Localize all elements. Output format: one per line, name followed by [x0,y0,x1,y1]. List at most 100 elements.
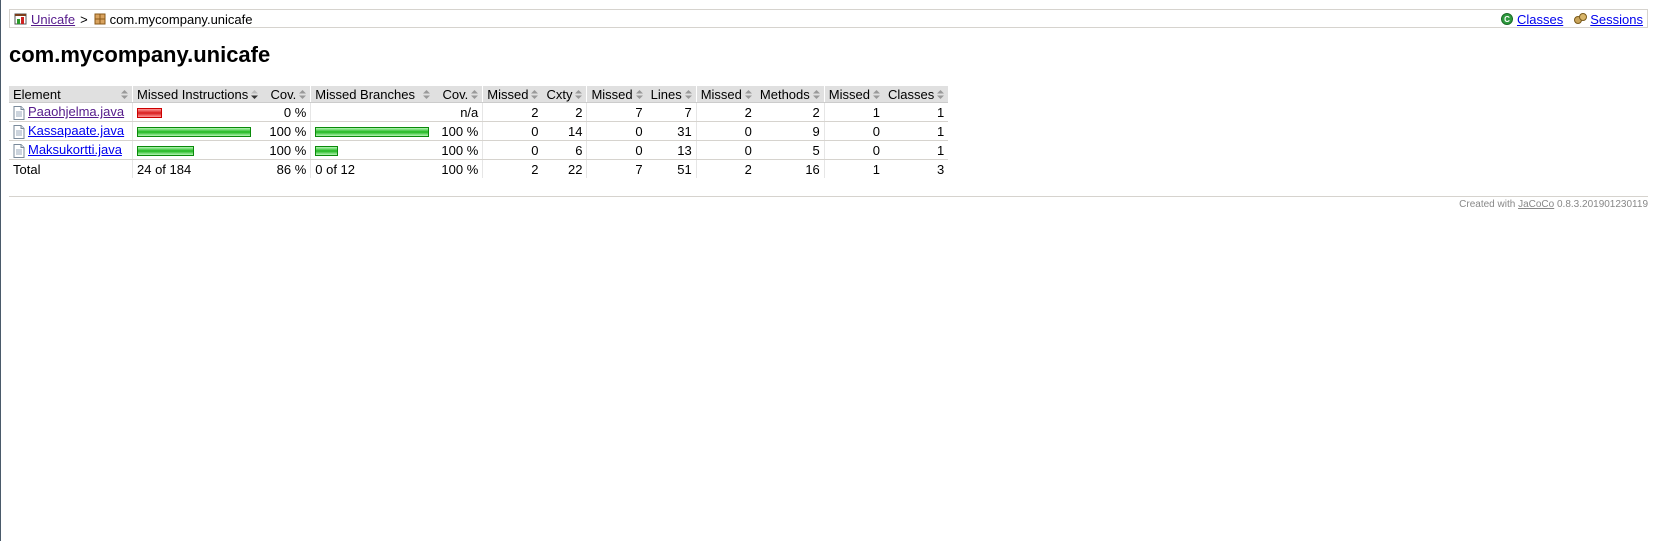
table-row: Maksukortti.java 100 % 100 % 0 6 0 13 0 5 0 1 [9,140,949,160]
methods: 2 [755,102,825,122]
breadcrumb-separator: > [80,11,88,27]
footer-divider [9,196,1648,197]
sessions-link[interactable]: Sessions [1590,12,1643,27]
sort-down-icon [251,89,259,99]
source-file-link[interactable]: Maksukortti.java [28,142,122,157]
footer: Created with JaCoCo 0.8.3.201901230119 [1459,199,1648,210]
column-header-missed-branches[interactable]: Missed Branches [310,86,435,103]
total-methods: 16 [805,161,820,177]
branches-covered-bar [315,127,430,138]
table-row: Paaohjelma.java 0 % n/a 2 2 7 7 2 2 1 1 [9,102,949,122]
branches-covered-bar [315,146,339,157]
source-file-link[interactable]: Kassapaate.java [28,123,124,138]
total-instructions-cov: 86 % [276,161,307,177]
total-missed-lines: 7 [586,159,647,178]
cxty: 14 [542,121,587,141]
column-header-missed-cxty[interactable]: Missed [482,86,543,103]
sort-icon [531,89,539,99]
svg-text:C: C [1504,15,1510,24]
missed-lines: 7 [586,102,647,122]
sort-icon [121,89,128,99]
breadcrumb-current: com.mycompany.unicafe [109,11,253,27]
missed-branches-cell [310,140,435,160]
branches-cov: 100 % [434,121,483,141]
total-missed-cxty: 2 [482,159,543,178]
breadcrumb-root-link[interactable]: Unicafe [31,12,75,27]
column-header-methods[interactable]: Methods [755,86,825,103]
column-header-missed-instructions[interactable]: Missed Instructions [132,86,263,103]
cxty: 2 [542,102,587,122]
source-file-icon [13,143,25,158]
sort-icon [937,89,945,99]
sort-icon [684,89,692,99]
branches-cov: n/a [434,102,483,122]
total-missed-methods: 2 [695,159,756,178]
missed-classes: 1 [823,102,884,122]
report-icon [14,12,28,26]
element-cell: Maksukortti.java [9,140,133,160]
methods: 5 [755,140,825,160]
sort-icon [423,89,431,99]
classes: 1 [883,140,949,160]
jacoco-link[interactable]: JaCoCo [1518,199,1554,210]
element-cell: Paaohjelma.java [9,102,133,122]
window-edge [0,0,1,541]
total-branches-cov: 100 % [441,161,479,177]
instructions-cov: 100 % [262,140,311,160]
total-lines: 51 [677,161,692,177]
missed-branches-cell [310,102,435,122]
column-header-missed-classes[interactable]: Missed [823,86,884,103]
classes: 1 [883,102,949,122]
instructions-cov: 0 % [262,102,311,122]
column-header-lines[interactable]: Lines [646,86,697,103]
total-cxty: 22 [567,161,583,177]
package-icon [93,12,107,26]
lines: 13 [646,140,697,160]
source-file-link[interactable]: Paaohjelma.java [28,104,124,119]
missed-cxty: 0 [482,140,543,160]
missed-cxty: 0 [482,121,543,141]
table-row: Kassapaate.java 100 % 100 % 0 14 0 31 0 9 0 1 [9,121,949,141]
branches-cov: 100 % [434,140,483,160]
column-header-missed-lines[interactable]: Missed [586,86,647,103]
column-header-missed-methods[interactable]: Missed [695,86,756,103]
classes-link[interactable]: Classes [1517,12,1563,27]
source-file-icon [13,124,25,139]
missed-classes: 0 [823,140,884,160]
total-missed-classes: 1 [823,159,884,178]
total-label: Total [13,161,41,177]
column-header-element[interactable]: Element [9,86,133,103]
column-header-cxty[interactable]: Cxty [542,86,587,103]
missed-methods: 0 [695,140,756,160]
column-header-classes[interactable]: Classes [883,86,949,103]
footer-version: 0.8.3.201901230119 [1556,199,1648,210]
missed-methods: 2 [695,102,756,122]
page-title: com.mycompany.unicafe [9,42,271,67]
instructions-cov: 100 % [262,121,311,141]
instructions-covered-bar [137,146,194,157]
coverage-table: Element Missed Instructions Cov. Missed … [9,86,949,178]
missed-lines: 0 [586,140,647,160]
sort-icon [471,89,479,99]
total-instructions: 24 of 184 [132,159,263,178]
sort-icon [744,89,752,99]
sort-icon [812,89,820,99]
sort-icon [872,89,880,99]
sort-icon [299,89,307,99]
column-header-instructions-cov[interactable]: Cov. [262,86,311,103]
table-header-row: Element Missed Instructions Cov. Missed … [9,86,949,103]
missed-instructions-cell [132,121,263,141]
table-total-row: Total 24 of 184 86 % 0 of 12 100 % 2 22 … [9,159,948,178]
missed-classes: 0 [823,121,884,141]
sort-icon [575,89,583,99]
column-header-branches-cov[interactable]: Cov. [434,86,483,103]
total-classes: 3 [936,161,945,177]
cxty: 6 [542,140,587,160]
sort-icon [635,89,643,99]
footer-prefix: Created with [1459,199,1516,210]
missed-branches-cell [310,121,435,141]
total-branches: 0 of 12 [310,159,435,178]
classes: 1 [883,121,949,141]
missed-instructions-cell [132,102,263,122]
sessions-icon [1573,12,1588,26]
